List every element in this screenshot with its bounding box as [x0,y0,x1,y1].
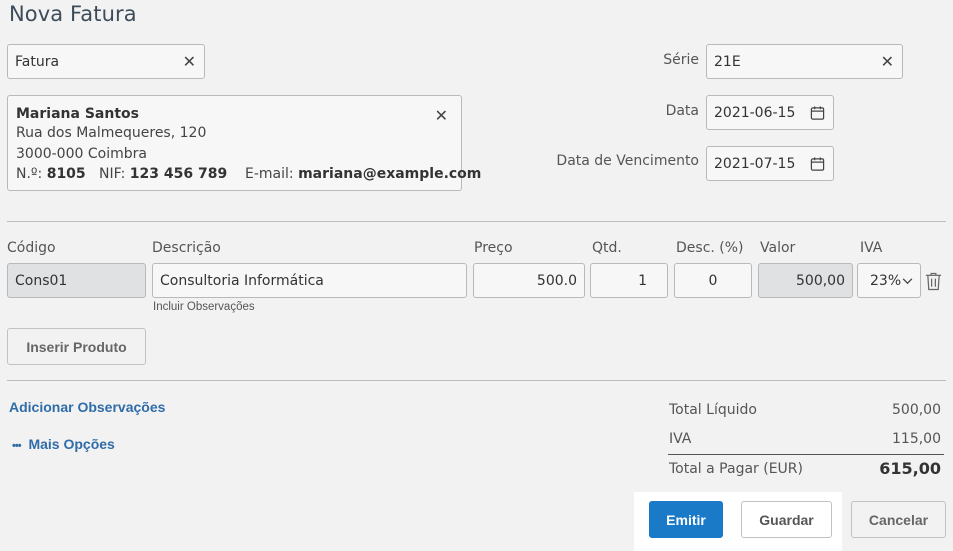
client-number-label: N.º: [16,166,43,182]
more-options-link[interactable]: ••• Mais Opções [12,436,115,452]
grand-total-value: 615,00 [879,459,941,478]
line-code-value: Cons01 [15,272,68,289]
net-total-label: Total Líquido [669,402,757,418]
client-name: Mariana Santos [16,106,139,122]
date-label: Data [665,103,699,119]
close-icon[interactable]: ✕ [435,108,448,124]
document-type-field[interactable]: Fatura ✕ [7,44,205,79]
totals-divider [668,454,944,455]
line-price-value: 500.0 [536,272,577,289]
calendar-icon[interactable] [810,105,825,120]
divider [7,380,946,381]
client-nif: 123 456 789 [129,166,228,182]
col-header-iva: IVA [860,240,883,256]
trash-icon[interactable] [925,271,942,291]
serie-value: 21E [714,53,741,70]
add-notes-link[interactable]: Adicionar Observações [9,399,165,415]
insert-product-button[interactable]: Inserir Produto [7,328,146,365]
line-vat-select[interactable]: 23% [857,263,921,298]
save-button[interactable]: Guardar [741,501,832,538]
document-type-value: Fatura [15,53,60,70]
line-vat-value: 23% [870,272,902,289]
line-qty-value: 1 [638,272,647,289]
grand-total-label: Total a Pagar (EUR) [669,461,803,477]
page-title: Nova Fatura [9,2,137,26]
due-date-value: 2021-07-15 [714,155,796,172]
client-email-label: E-mail: [245,166,294,182]
chevron-down-icon [902,277,913,284]
net-total-value: 500,00 [892,402,941,418]
cancel-button[interactable]: Cancelar [851,501,946,538]
line-qty-field[interactable]: 1 [590,263,668,298]
close-icon[interactable]: ✕ [183,53,196,70]
col-header-codigo: Código [7,240,56,256]
client-ids: N.º: 8105 NIF: 123 456 789 E-mail: maria… [16,166,481,182]
close-icon[interactable]: ✕ [881,53,894,70]
include-notes-link[interactable]: Incluir Observações [153,301,255,313]
col-header-desc: Desc. (%) [676,240,744,256]
serie-field[interactable]: 21E ✕ [706,44,903,79]
line-discount-field[interactable]: 0 [674,263,752,298]
line-value-field: 500,00 [758,263,853,298]
ellipsis-icon: ••• [12,440,22,452]
date-field[interactable]: 2021-06-15 [706,95,834,130]
col-header-valor: Valor [760,240,796,256]
calendar-icon[interactable] [810,156,825,171]
client-card[interactable]: Mariana Santos ✕ Rua dos Malmequeres, 12… [7,95,481,191]
due-date-field[interactable]: 2021-07-15 [706,146,834,181]
divider [7,221,946,222]
client-email: mariana@example.com [298,166,482,182]
client-number: 8105 [46,166,86,182]
due-date-label: Data de Vencimento [556,153,699,169]
emit-button[interactable]: Emitir [649,501,723,538]
vat-total-label: IVA [669,431,692,447]
vat-total-value: 115,00 [892,431,941,447]
line-discount-value: 0 [708,272,718,289]
col-header-qtd: Qtd. [592,240,622,256]
col-header-descricao: Descrição [152,240,221,256]
line-price-field[interactable]: 500.0 [473,263,585,298]
client-address: Rua dos Malmequeres, 120 [16,125,207,141]
line-description-value: Consultoria Informática [160,272,324,289]
line-code-field[interactable]: Cons01 [7,263,146,298]
more-options-label: Mais Opções [28,436,115,452]
client-postal-city: 3000-000 Coimbra [16,146,147,162]
col-header-preco: Preço [474,240,513,256]
line-value-value: 500,00 [796,272,845,289]
line-description-field[interactable]: Consultoria Informática [152,263,467,298]
date-value: 2021-06-15 [714,104,796,121]
serie-label: Série [663,52,699,68]
client-nif-label: NIF: [99,166,126,182]
